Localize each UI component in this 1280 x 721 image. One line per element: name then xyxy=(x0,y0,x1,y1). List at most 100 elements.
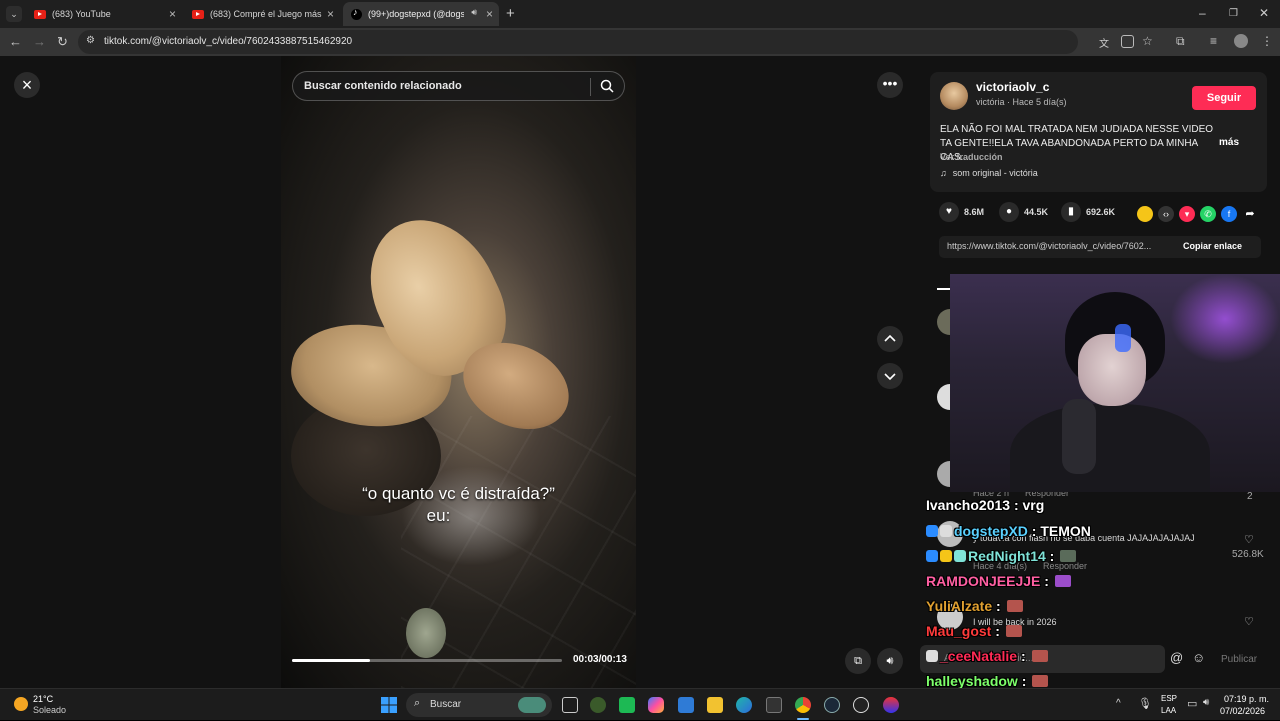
tab-title: (683) Compré el Juego más BAR xyxy=(210,9,322,19)
streamer-body xyxy=(1010,404,1210,492)
back-icon[interactable]: ← xyxy=(9,34,22,49)
mic-icon[interactable]: 🎙︎ xyxy=(1138,697,1152,710)
translate-icon[interactable]: 文 xyxy=(1099,35,1109,50)
copilot-icon[interactable] xyxy=(648,697,664,713)
weather-widget[interactable]: 21°C Soleado xyxy=(8,689,88,721)
video-progress-fill xyxy=(292,659,371,662)
close-window-icon[interactable]: ✕ xyxy=(1259,6,1269,20)
site-info-icon[interactable]: ⚙ xyxy=(86,35,95,46)
avatar[interactable] xyxy=(940,82,968,110)
previous-video-button[interactable] xyxy=(877,326,903,352)
music-link[interactable]: ♫ som original - victória xyxy=(940,168,1038,178)
send-icon[interactable]: ▾ xyxy=(1179,206,1195,222)
related-search-input[interactable]: Buscar contenido relacionado xyxy=(292,71,625,101)
chrome-icon[interactable] xyxy=(795,697,811,713)
tab-youtube-2[interactable]: (683) Compré el Juego más BAR × xyxy=(184,2,340,26)
weather-temp: 21°C xyxy=(33,694,54,704)
volume-icon[interactable]: 🔊︎ xyxy=(1203,697,1209,708)
translate-link[interactable]: Ver traducción xyxy=(940,152,1003,162)
save-button[interactable]: ▮ 692.6K xyxy=(1061,202,1115,222)
comment-text: y todavía con flash no se daba cuenta JA… xyxy=(973,533,1195,543)
video-player[interactable]: “o quanto vc é distraída?” eu: 00:03/00:… xyxy=(281,56,636,688)
whatsapp-icon[interactable]: ✆ xyxy=(1200,206,1216,222)
obs-icon[interactable] xyxy=(853,697,869,713)
maximize-icon[interactable]: ❐ xyxy=(1229,8,1238,19)
taskbar-search-label: Buscar xyxy=(430,699,462,710)
clock-time[interactable]: 07:19 p. m. xyxy=(1224,694,1269,704)
reload-icon[interactable]: ↻ xyxy=(57,34,68,50)
comment-like-icon[interactable]: ♡ xyxy=(1244,615,1254,628)
menu-icon[interactable]: ⋮ xyxy=(1261,34,1273,48)
edge-icon[interactable] xyxy=(736,697,752,713)
new-tab-button[interactable]: + xyxy=(506,5,515,22)
app-icon[interactable] xyxy=(883,697,899,713)
close-icon[interactable]: × xyxy=(169,7,176,21)
more-options-button[interactable]: ••• xyxy=(877,72,903,98)
comment-button[interactable]: ● 44.5K xyxy=(999,202,1048,222)
repost-icon[interactable] xyxy=(1137,206,1153,222)
network-icon[interactable]: ▭ xyxy=(1187,697,1197,710)
profile-avatar[interactable] xyxy=(1234,34,1248,48)
next-video-button[interactable] xyxy=(877,363,903,389)
chevron-up-icon xyxy=(884,334,896,342)
steam-icon[interactable] xyxy=(824,697,840,713)
input-language[interactable]: ESP xyxy=(1161,694,1177,703)
sun-icon xyxy=(14,697,28,711)
more-link[interactable]: más xyxy=(1219,137,1239,148)
video-progress-bar[interactable] xyxy=(292,659,562,662)
share-url[interactable]: https://www.tiktok.com/@victoriaolv_c/vi… xyxy=(947,241,1151,251)
close-video-button[interactable]: × xyxy=(14,72,40,98)
url-text[interactable]: tiktok.com/@victoriaolv_c/video/76024338… xyxy=(104,36,352,47)
taskbar-search[interactable]: ⌕ Buscar xyxy=(406,693,552,717)
mention-icon[interactable]: @ xyxy=(1170,650,1183,665)
commenter-avatar[interactable] xyxy=(937,521,963,547)
clock-date[interactable]: 07/02/2026 xyxy=(1220,706,1265,716)
purple-light xyxy=(1170,274,1280,364)
forward-icon[interactable]: → xyxy=(33,34,46,49)
embed-icon[interactable]: ‹› xyxy=(1158,206,1174,222)
bookmark-star-icon[interactable]: ☆ xyxy=(1142,34,1153,48)
tab-tiktok[interactable]: (99+)dogstepxd (@dogste 🔊︎ × xyxy=(343,2,499,26)
action-row: ♥ 8.6M ● 44.5K ▮ 692.6K ‹› ▾ ✆ f ➦ xyxy=(939,202,1269,226)
comment-like-icon[interactable]: ♡ xyxy=(1244,533,1254,546)
volume-button[interactable]: 🔊︎ xyxy=(877,648,903,674)
task-view-icon[interactable] xyxy=(562,697,578,713)
facebook-icon[interactable]: f xyxy=(1221,206,1237,222)
search-icon[interactable] xyxy=(600,79,614,93)
like-button[interactable]: ♥ 8.6M xyxy=(939,202,984,222)
excel-icon[interactable] xyxy=(766,697,782,713)
omnibox[interactable]: ⚙ tiktok.com/@victoriaolv_c/video/760243… xyxy=(78,30,1078,54)
minimize-icon[interactable]: – xyxy=(1199,6,1206,20)
share-arrow-icon[interactable]: ➦ xyxy=(1242,206,1258,222)
pip-button[interactable]: ⧉ xyxy=(845,648,871,674)
emoji-icon[interactable]: ☺ xyxy=(1192,650,1205,665)
extensions-icon[interactable]: ⧉ xyxy=(1176,34,1185,49)
copy-link-button[interactable]: Copiar enlace xyxy=(1183,241,1242,251)
tray-overflow-icon[interactable]: ^ xyxy=(1116,698,1121,709)
windows-start-icon[interactable] xyxy=(381,697,397,713)
tab-bar: ⌄ (683) YouTube × (683) Compré el Juego … xyxy=(0,0,1280,28)
reply-count: 2 xyxy=(1247,491,1253,502)
xbox-icon[interactable] xyxy=(590,697,606,713)
close-icon[interactable]: × xyxy=(486,7,493,21)
comment-input[interactable]: Añadir comentario... @ ☺ xyxy=(920,645,1205,673)
close-icon[interactable]: × xyxy=(327,7,334,21)
address-bar: ← → ↻ ⚙ tiktok.com/@victoriaolv_c/video/… xyxy=(0,28,1280,56)
follow-button[interactable]: Seguir xyxy=(1192,86,1256,110)
username[interactable]: victoriaolv_c xyxy=(976,80,1049,94)
reply-link[interactable]: Responder xyxy=(1043,561,1087,571)
search-icon: ⌕ xyxy=(414,697,421,709)
publish-button[interactable]: Publicar xyxy=(1221,654,1257,665)
ball-image xyxy=(406,608,446,658)
tab-search-button[interactable]: ⌄ xyxy=(6,6,22,22)
cast-icon[interactable] xyxy=(1121,35,1134,48)
comment-time: Hace 4 día(s) xyxy=(973,561,1028,571)
file-explorer-icon[interactable] xyxy=(707,697,723,713)
capcut-icon[interactable] xyxy=(619,697,635,713)
speaker-icon[interactable]: 🔊︎ xyxy=(471,7,477,18)
store-icon[interactable] xyxy=(678,697,694,713)
commenter-avatar[interactable] xyxy=(937,604,963,630)
input-layout[interactable]: LAA xyxy=(1161,706,1176,715)
reading-list-icon[interactable]: ≡ xyxy=(1210,34,1217,48)
tab-youtube-1[interactable]: (683) YouTube × xyxy=(26,2,182,26)
